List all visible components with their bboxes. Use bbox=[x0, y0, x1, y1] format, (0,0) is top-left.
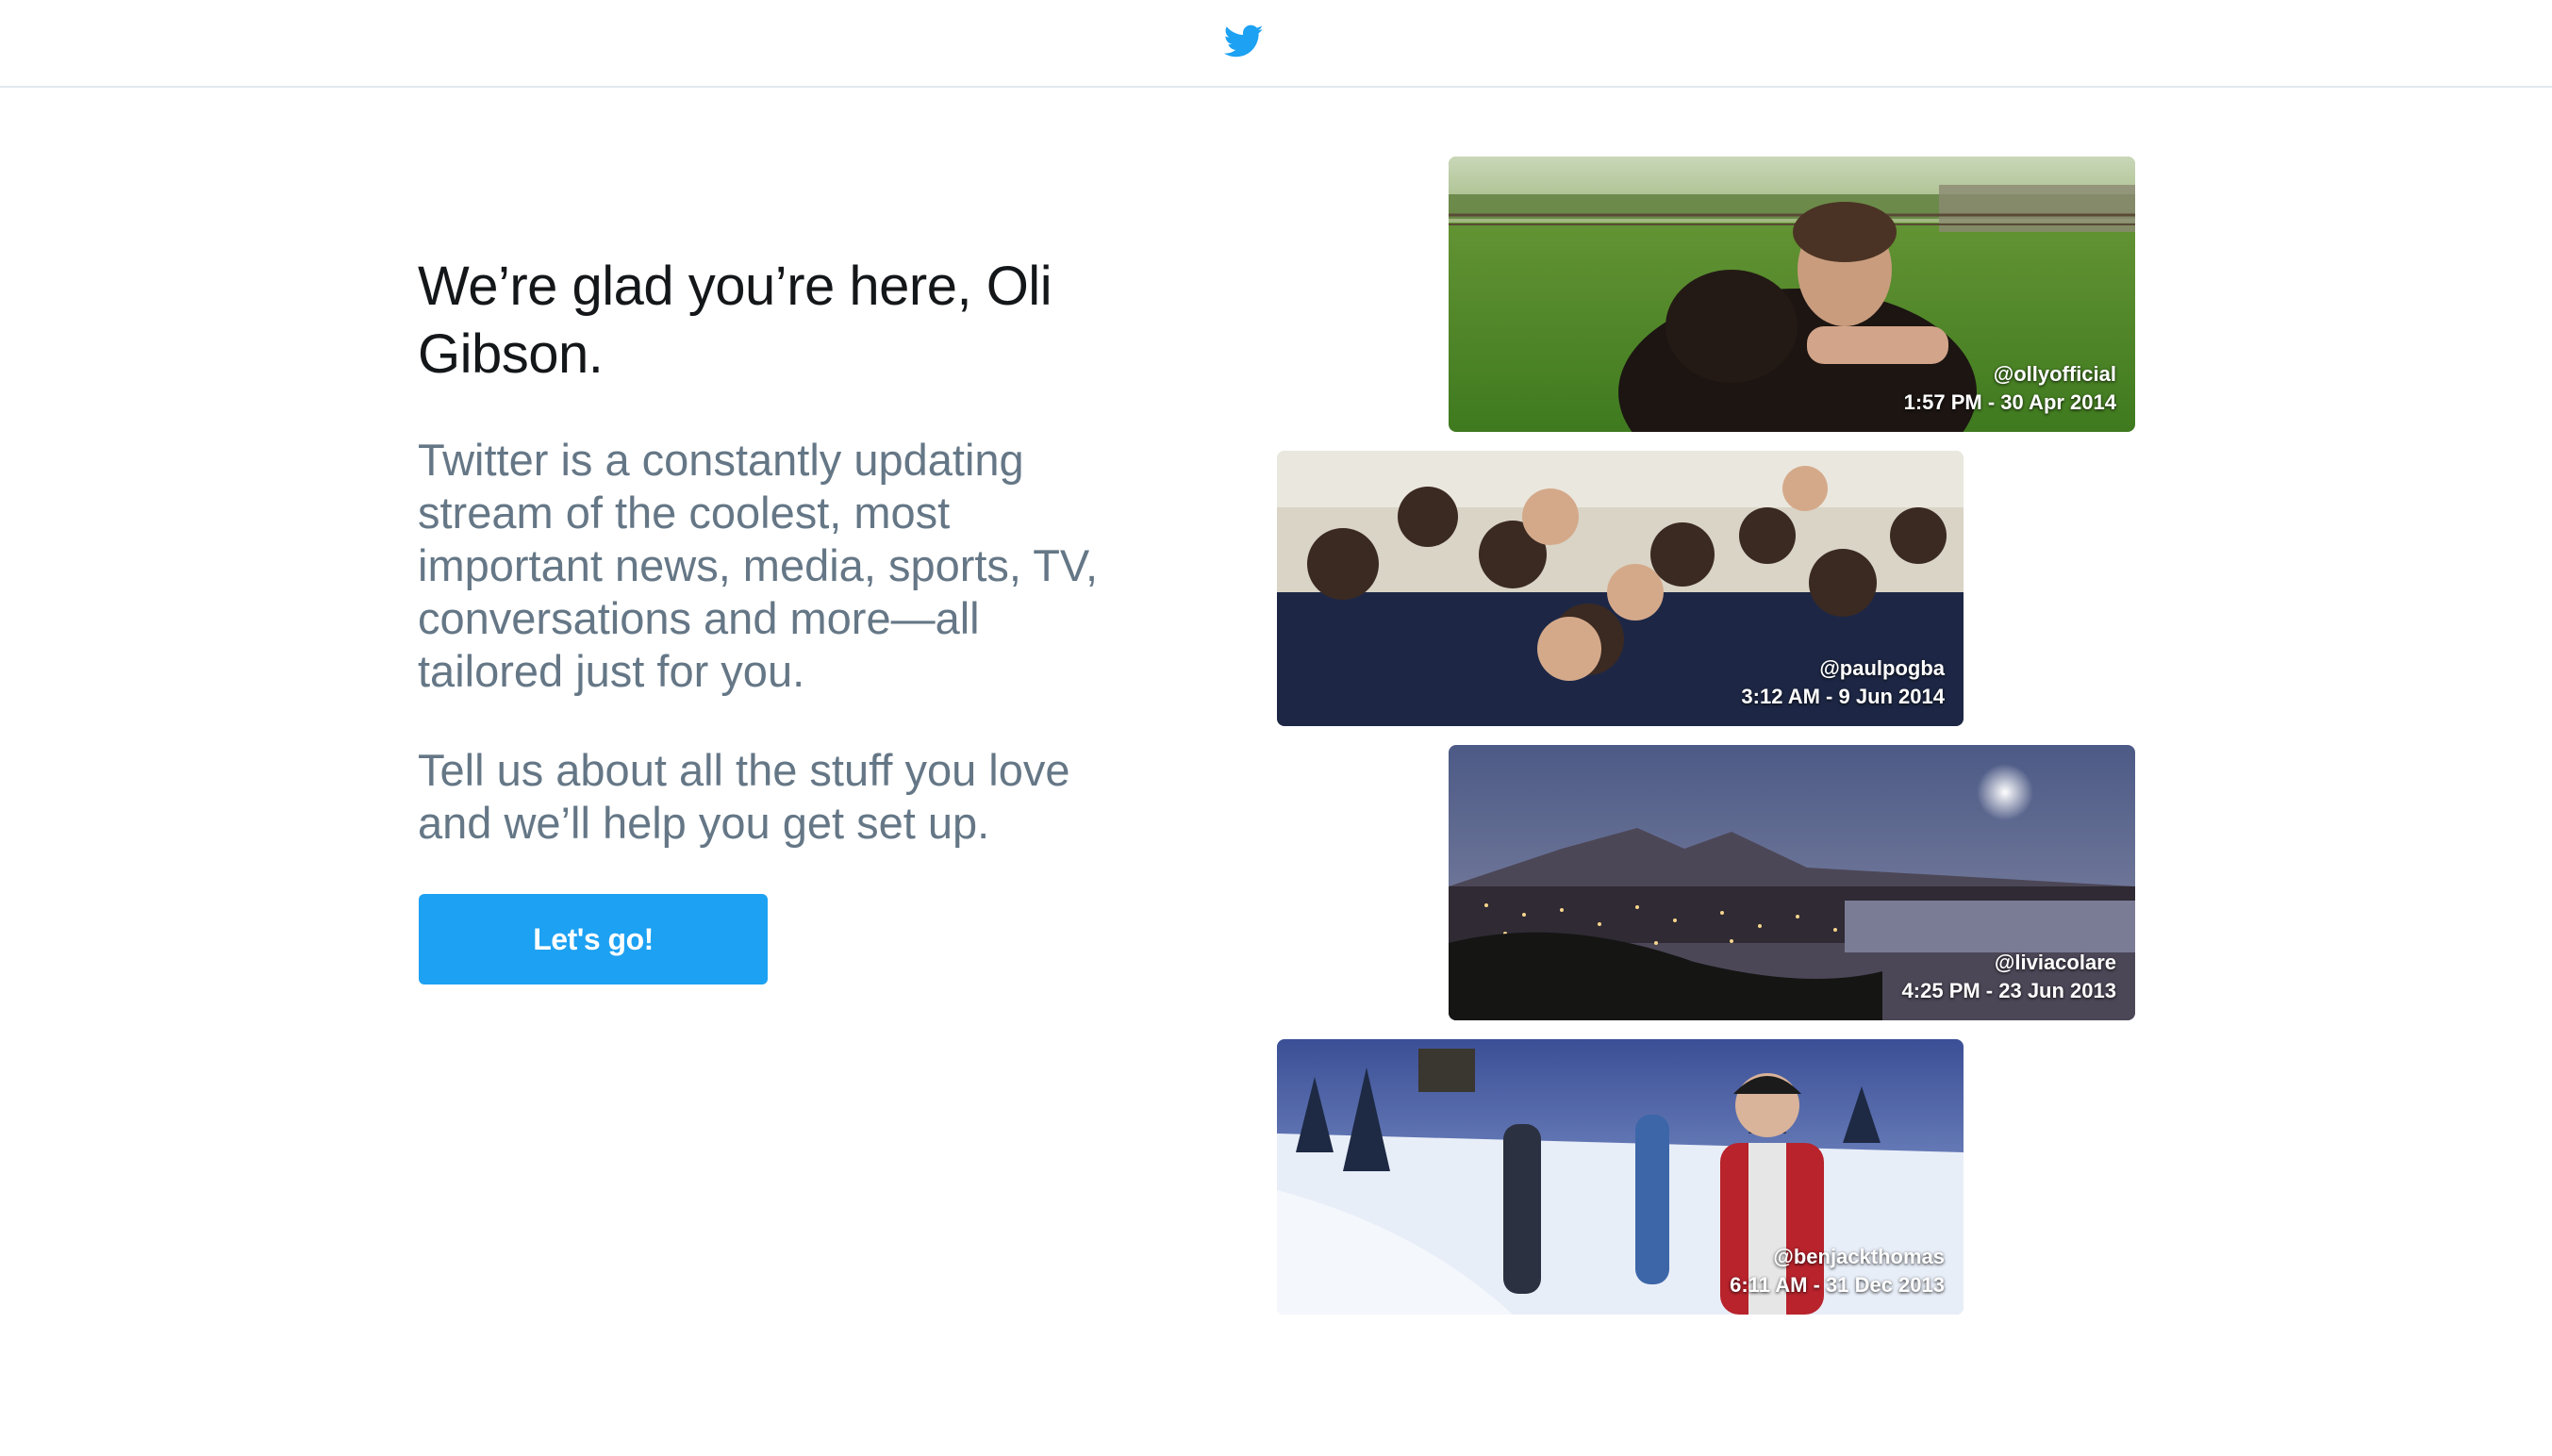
photo-card-liviacolare: @liviacolare 4:25 PM - 23 Jun 2013 bbox=[1449, 745, 2135, 1020]
photo-handle[interactable]: @liviacolare bbox=[1902, 949, 2116, 977]
photo-handle[interactable]: @benjackthomas bbox=[1730, 1243, 1945, 1271]
photo-card-paulpogba: @paulpogba 3:12 AM - 9 Jun 2014 bbox=[1277, 451, 1964, 726]
photo-timestamp[interactable]: 3:12 AM - 9 Jun 2014 bbox=[1741, 683, 1945, 711]
photo-caption: @liviacolare 4:25 PM - 23 Jun 2013 bbox=[1902, 949, 2116, 1005]
welcome-headline: We’re glad you’re here, Oli Gibson. bbox=[418, 256, 1052, 385]
photo-card-ollyofficial: @ollyofficial 1:57 PM - 30 Apr 2014 bbox=[1449, 157, 2135, 432]
photo-handle[interactable]: @paulpogba bbox=[1741, 654, 1945, 683]
lets-go-button[interactable]: Let's go! bbox=[419, 894, 768, 984]
photo-card-benjackthomas: @benjackthomas 6:11 AM - 31 Dec 2013 bbox=[1277, 1039, 1964, 1315]
intro-paragraph: Twitter is a constantly updating stream … bbox=[418, 435, 1098, 696]
photo-timestamp[interactable]: 6:11 AM - 31 Dec 2013 bbox=[1730, 1271, 1945, 1299]
photo-caption: @ollyofficial 1:57 PM - 30 Apr 2014 bbox=[1904, 360, 2116, 417]
twitter-bird-icon[interactable] bbox=[1224, 25, 1264, 58]
photo-caption: @paulpogba 3:12 AM - 9 Jun 2014 bbox=[1741, 654, 1945, 711]
photo-caption: @benjackthomas 6:11 AM - 31 Dec 2013 bbox=[1730, 1243, 1945, 1299]
top-bar bbox=[0, 0, 2552, 88]
photo-handle[interactable]: @ollyofficial bbox=[1904, 360, 2116, 389]
photo-timestamp[interactable]: 1:57 PM - 30 Apr 2014 bbox=[1904, 389, 2116, 417]
setup-paragraph: Tell us about all the stuff you love and… bbox=[418, 745, 1070, 848]
photo-timestamp[interactable]: 4:25 PM - 23 Jun 2013 bbox=[1902, 977, 2116, 1005]
